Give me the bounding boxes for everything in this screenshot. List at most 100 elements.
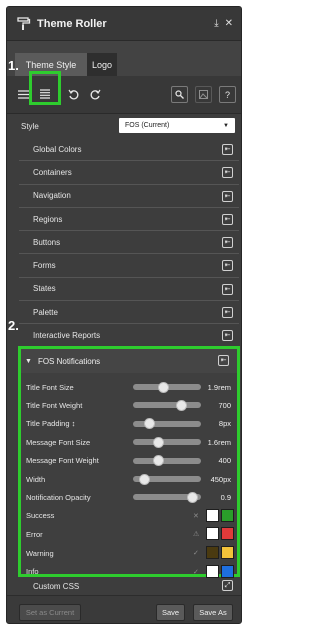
- tab-theme-style[interactable]: Theme Style: [15, 53, 87, 76]
- color-swatch-text[interactable]: [206, 564, 219, 578]
- title-bar[interactable]: Theme Roller ⤓ ✕: [7, 7, 241, 41]
- color-label: Success: [26, 511, 55, 521]
- group-title: FOS Notifications: [37, 356, 101, 366]
- open-group-icon[interactable]: ⇤: [222, 260, 233, 272]
- property-slider[interactable]: [133, 436, 201, 448]
- fos-notifications-header[interactable]: ▼ FOS Notifications ⇤: [21, 349, 237, 373]
- set-as-current-button[interactable]: Set as Current: [19, 604, 81, 621]
- color-row-success: Success ✕: [21, 507, 237, 525]
- open-group-icon[interactable]: ⇤: [222, 167, 233, 179]
- property-label: Message Font Weight: [26, 456, 99, 466]
- tab-logo[interactable]: Logo: [87, 53, 117, 76]
- color-swatch-text[interactable]: [206, 546, 219, 559]
- property-label: Notification Opacity: [26, 492, 91, 502]
- group-item-label: Forms: [33, 261, 56, 271]
- group-item-interactive-reports[interactable]: Interactive Reports ⇤: [19, 324, 239, 348]
- chevron-down-icon: ▼: [223, 122, 229, 129]
- property-row: Title Padding ↕ 8px: [21, 415, 237, 433]
- detailed-view-icon[interactable]: [37, 86, 53, 102]
- color-swatch-background[interactable]: [221, 508, 234, 522]
- color-swatch-text[interactable]: [206, 508, 219, 522]
- group-item-containers[interactable]: Containers ⇤: [19, 161, 239, 185]
- custom-css-label: Custom CSS: [33, 581, 80, 591]
- slider-handle[interactable]: [139, 473, 151, 485]
- group-item-navigation[interactable]: Navigation ⇤: [19, 185, 239, 208]
- style-select[interactable]: FOS (Current) ▼: [119, 118, 235, 133]
- warning-icon: ⚠: [193, 531, 200, 539]
- color-swatch-background[interactable]: [221, 564, 234, 578]
- open-group-icon[interactable]: ⇤: [222, 144, 233, 155]
- open-group-icon[interactable]: ⇤: [222, 237, 233, 249]
- slider-handle[interactable]: [158, 381, 170, 393]
- tab-strip: Theme Style Logo: [7, 41, 241, 76]
- check-icon: ✓: [193, 550, 199, 557]
- color-label: Warning: [26, 548, 54, 558]
- property-value: 400: [218, 456, 231, 466]
- slider-handle[interactable]: [153, 455, 165, 467]
- expand-editor-icon[interactable]: ⤢: [222, 580, 233, 591]
- slider-handle[interactable]: [143, 418, 155, 430]
- custom-css-item[interactable]: Custom CSS ⤢: [19, 577, 239, 595]
- fos-notifications-group: ▼ FOS Notifications ⇤ Title Font Size 1.9…: [18, 346, 240, 578]
- panel-title: Theme Roller: [37, 17, 107, 30]
- open-group-icon[interactable]: ⇤: [222, 283, 233, 295]
- annotation-marker-1: 1.: [8, 58, 19, 73]
- slider-handle[interactable]: [152, 436, 164, 448]
- caret-down-icon: ▼: [25, 357, 32, 365]
- property-value: 0.9: [220, 492, 231, 502]
- open-group-icon[interactable]: ⇤: [218, 355, 229, 366]
- property-slider[interactable]: [133, 455, 201, 467]
- group-item-label: Global Colors: [33, 144, 82, 154]
- property-slider[interactable]: [133, 418, 201, 430]
- color-swatch-background[interactable]: [221, 546, 234, 559]
- group-item-forms[interactable]: Forms ⇤: [19, 254, 239, 278]
- property-label: Title Padding ↕: [26, 419, 76, 429]
- open-group-icon[interactable]: ⇤: [222, 213, 233, 225]
- color-swatch-background[interactable]: [221, 527, 234, 541]
- group-item-states[interactable]: States ⇤: [19, 278, 239, 302]
- close-icon[interactable]: ✕: [225, 18, 233, 29]
- style-selected-value: FOS (Current): [125, 122, 170, 129]
- property-slider[interactable]: [133, 491, 201, 503]
- group-item-label: Containers: [33, 167, 72, 177]
- property-label: Title Font Size: [26, 382, 74, 392]
- open-group-icon[interactable]: ⇤: [222, 190, 233, 202]
- property-value: 1.6rem: [207, 437, 231, 447]
- property-slider[interactable]: [133, 473, 201, 485]
- group-item-regions[interactable]: Regions ⇤: [19, 208, 239, 232]
- color-label: Info: [26, 567, 39, 577]
- property-row: Message Font Weight 400: [21, 452, 237, 470]
- property-label: Message Font Size: [26, 437, 91, 447]
- color-swatch-text[interactable]: [206, 527, 219, 541]
- save-button[interactable]: Save: [156, 604, 185, 621]
- theme-roller-icon: [17, 16, 31, 30]
- property-slider[interactable]: [133, 381, 201, 393]
- help-icon[interactable]: ?: [219, 86, 236, 103]
- reset-icon: ✕: [193, 512, 199, 520]
- simple-view-icon[interactable]: [15, 86, 31, 102]
- search-icon[interactable]: [171, 86, 188, 103]
- property-row: Width 450px: [21, 470, 237, 488]
- slider-handle[interactable]: [176, 399, 188, 411]
- redo-icon[interactable]: [87, 86, 103, 102]
- group-item-palette[interactable]: Palette ⇤: [19, 301, 239, 325]
- minimize-icon[interactable]: ⤓: [214, 18, 218, 29]
- property-label: Width: [26, 474, 46, 484]
- slider-handle[interactable]: [187, 491, 199, 503]
- undo-icon[interactable]: [65, 86, 81, 102]
- property-row: Title Font Size 1.9rem: [21, 378, 237, 396]
- open-group-icon[interactable]: ⇤: [222, 307, 233, 319]
- save-as-button[interactable]: Save As: [193, 604, 233, 621]
- check-icon: ✓: [193, 568, 199, 576]
- group-item-buttons[interactable]: Buttons ⇤: [19, 231, 239, 255]
- toolbar: ?: [7, 76, 241, 114]
- style-row: Style FOS (Current) ▼: [7, 114, 241, 138]
- color-label: Error: [26, 529, 43, 539]
- group-item-global-colors[interactable]: Global Colors ⇤: [19, 138, 239, 162]
- image-picker-icon[interactable]: [195, 86, 212, 103]
- group-item-label: Navigation: [33, 191, 71, 201]
- open-group-icon[interactable]: ⇤: [222, 330, 233, 342]
- group-item-label: Interactive Reports: [33, 331, 101, 341]
- property-slider[interactable]: [133, 399, 201, 411]
- color-row-warning: Warning ✓: [21, 544, 237, 562]
